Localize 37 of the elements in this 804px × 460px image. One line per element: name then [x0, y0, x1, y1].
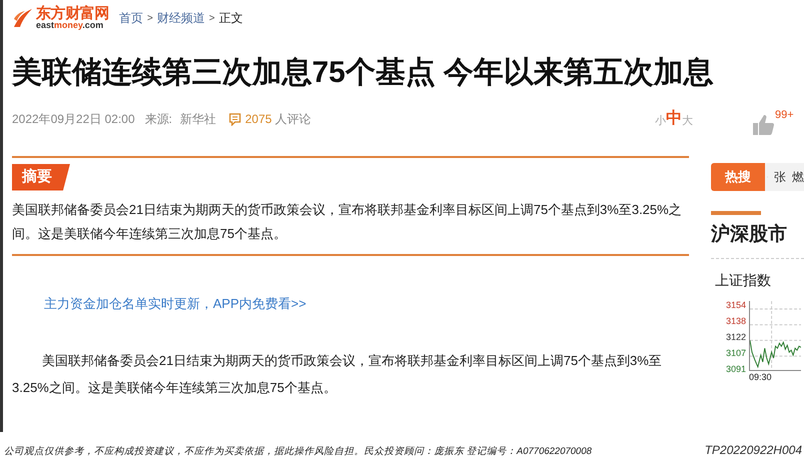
axis-label: 09:30: [749, 370, 773, 384]
hot-search-item[interactable]: 燃: [792, 168, 804, 186]
axis-label: 3122: [726, 332, 746, 344]
likes-count: 99+: [775, 108, 794, 123]
summary-heading: 摘要: [12, 164, 70, 190]
font-size-option[interactable]: 小: [655, 116, 666, 127]
thumbs-up-icon[interactable]: [751, 113, 775, 137]
breadcrumb-separator: >: [147, 12, 153, 26]
breadcrumb-link[interactable]: 首页: [119, 9, 144, 27]
section-heading: 沪深股市: [711, 222, 788, 247]
promo-link[interactable]: 主力资金加仓名单实时更新，APP内免费看>>: [44, 294, 306, 313]
logo-text: 东方财富网: [36, 6, 110, 21]
summary-text: 美国联邦储备委员会21日结束为期两天的货币政策会议，宣布将联邦基金利率目标区间上调75个基点到3%至3.25%之间。这是美联储今年连续第三次加息75个基点。: [12, 200, 683, 242]
breadcrumb-current: 正文: [218, 10, 243, 27]
axis-label: 3138: [726, 316, 746, 328]
axis-label: 3107: [726, 348, 746, 360]
index-line-chart: [749, 300, 801, 370]
font-size-option[interactable]: 大: [682, 116, 693, 127]
source-name: 新华社: [180, 111, 216, 128]
article-code: TP20220922H004: [704, 442, 802, 459]
article-title: 美联储连续第三次加息75个基点 今年以来第五次加息: [12, 54, 715, 91]
disclaimer-text: 公司观点仅供参考，不应构成投资建议，不应作为买卖依据，据此操作风险自担。民众投资顾问：庞振东 登记编号：A0770622070008: [4, 444, 592, 459]
hot-search-item[interactable]: 张: [774, 168, 786, 186]
comment-icon: [228, 112, 242, 126]
publish-date: 2022年09月22日 02:00: [12, 111, 135, 128]
axis-label: 3091: [726, 364, 746, 376]
source-label: 来源:: [144, 111, 172, 128]
hot-search-tab[interactable]: 热搜: [711, 163, 765, 191]
article-paragraph: 美国联邦储备委员会21日结束为期两天的货币政策会议，宣布将联邦基金利率目标区间上调75个基点到3%至3.25%之间。这是美联储今年连续第三次加息75个基点。: [12, 352, 663, 397]
comments-link[interactable]: 2075 人评论: [228, 110, 311, 128]
breadcrumb-link[interactable]: 财经频道: [156, 9, 205, 27]
logo-icon: [12, 7, 34, 29]
breadcrumb-separator: >: [208, 12, 215, 26]
font-size-option[interactable]: 中: [666, 111, 682, 127]
axis-label: 3154: [726, 300, 746, 312]
index-name: 上证指数: [715, 270, 772, 290]
logo-domain: eastmoney.com: [36, 21, 104, 30]
